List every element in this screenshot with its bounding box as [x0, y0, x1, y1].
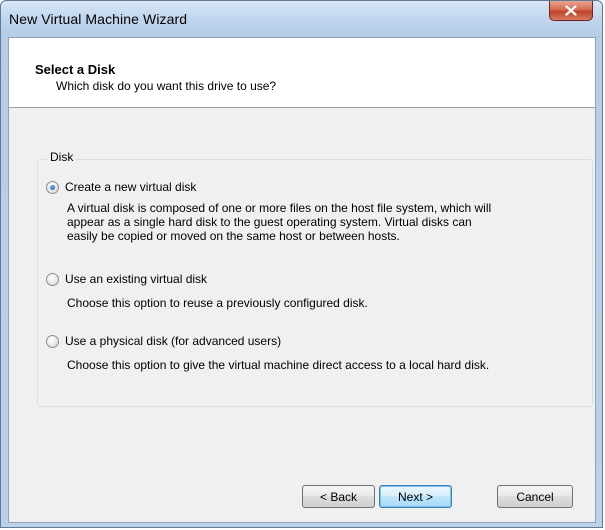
description-line: appear as a single hard disk to the gues… — [67, 215, 472, 229]
window-title: New Virtual Machine Wizard — [9, 11, 188, 27]
radio-use-physical-disk[interactable]: Use a physical disk (for advanced users) — [46, 334, 281, 348]
option-description: Choose this option to reuse a previously… — [67, 296, 577, 310]
wizard-window: New Virtual Machine Wizard Select a Disk… — [0, 0, 603, 528]
option-description: A virtual disk is composed of one or mor… — [67, 201, 577, 243]
close-icon — [565, 5, 577, 16]
title-bar[interactable]: New Virtual Machine Wizard — [1, 1, 602, 37]
close-button[interactable] — [549, 1, 593, 21]
next-button[interactable]: Next > — [379, 485, 452, 508]
description-line: easily be copied or moved on the same ho… — [67, 229, 400, 243]
radio-create-new-disk[interactable]: Create a new virtual disk — [46, 180, 196, 194]
radio-use-existing-disk[interactable]: Use an existing virtual disk — [46, 272, 207, 286]
option-description: Choose this option to give the virtual m… — [67, 358, 577, 372]
description-line: Choose this option to reuse a previously… — [67, 296, 368, 310]
page-subtitle: Which disk do you want this drive to use… — [56, 79, 277, 93]
radio-button[interactable] — [46, 272, 59, 286]
description-line: Choose this option to give the virtual m… — [67, 358, 490, 372]
radio-button-selected[interactable] — [46, 180, 59, 194]
radio-label: Use a physical disk (for advanced users) — [65, 334, 282, 348]
radio-button[interactable] — [46, 334, 59, 348]
disk-group-label: Disk — [47, 150, 77, 164]
page-title: Select a Disk — [35, 62, 116, 77]
wizard-header: Select a Disk Which disk do you want thi… — [9, 38, 595, 108]
wizard-body: Select a Disk Which disk do you want thi… — [8, 37, 596, 523]
radio-label: Use an existing virtual disk — [65, 272, 208, 286]
radio-label: Create a new virtual disk — [65, 180, 197, 194]
description-line: A virtual disk is composed of one or mor… — [67, 201, 492, 215]
cancel-button[interactable]: Cancel — [497, 485, 573, 508]
back-button[interactable]: < Back — [302, 485, 375, 508]
